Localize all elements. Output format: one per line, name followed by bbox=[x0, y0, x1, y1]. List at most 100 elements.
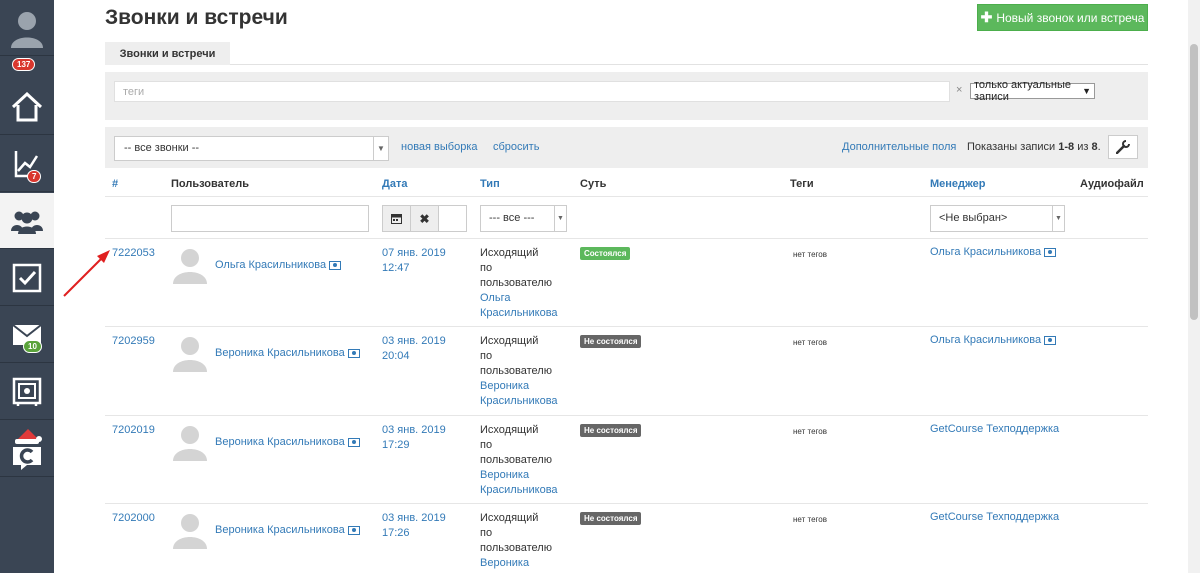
divider bbox=[105, 503, 1148, 504]
analytics-badge: 7 bbox=[27, 170, 42, 183]
divider bbox=[105, 326, 1148, 327]
col-tags: Теги bbox=[790, 178, 814, 190]
id-card-icon[interactable] bbox=[347, 348, 360, 358]
sidebar-users[interactable] bbox=[0, 193, 54, 249]
id-card-icon[interactable] bbox=[329, 260, 342, 270]
user-filter-input[interactable] bbox=[171, 205, 369, 232]
type-cell: Исходящий по пользователю Ольга Красильников… bbox=[480, 246, 558, 321]
record-id-link[interactable]: 7202000 bbox=[112, 511, 155, 526]
type-filter-select[interactable]: --- все --- ▼ bbox=[480, 205, 567, 232]
page-title: Звонки и встречи bbox=[105, 6, 288, 29]
tags-input[interactable]: теги bbox=[114, 81, 950, 102]
user-link[interactable]: Ольга Красильникова bbox=[215, 259, 342, 271]
sidebar-profile[interactable]: 137 bbox=[0, 0, 54, 71]
chevron-down-icon: ▼ bbox=[373, 137, 388, 160]
id-card-icon[interactable] bbox=[1044, 247, 1057, 257]
col-manager[interactable]: Менеджер bbox=[930, 178, 986, 190]
sidebar-home[interactable] bbox=[0, 79, 54, 135]
time-text: 17:26 bbox=[382, 527, 410, 539]
divider bbox=[105, 415, 1148, 416]
calls-select-value: -- все звонки -- bbox=[124, 142, 200, 154]
manager-link[interactable]: Ольга Красильникова bbox=[930, 246, 1057, 258]
date-link[interactable]: 07 янв. 2019 12:47 bbox=[382, 246, 446, 276]
date-link[interactable]: 03 янв. 2019 20:04 bbox=[382, 334, 446, 364]
manager-link[interactable]: Ольга Красильникова bbox=[930, 334, 1057, 346]
manager-link[interactable]: GetCourse Техподдержка bbox=[930, 511, 1059, 523]
status-badge: Не состоялся bbox=[580, 424, 642, 437]
tab-calls[interactable]: Звонки и встречи bbox=[105, 42, 230, 65]
type-line: Исходящий bbox=[480, 247, 539, 259]
user-link[interactable]: Вероника Красильникова bbox=[215, 347, 360, 359]
avatar bbox=[173, 426, 207, 461]
no-tags-text: нет тегов bbox=[793, 338, 827, 347]
settings-button[interactable] bbox=[1108, 135, 1138, 159]
record-id-link[interactable]: 7202019 bbox=[112, 423, 155, 438]
scope-select[interactable]: только актуальные записи ▼ bbox=[970, 79, 1095, 103]
user-name: Вероника Красильникова bbox=[215, 347, 345, 359]
manager-filter-select[interactable]: <Не выбран> ▼ bbox=[930, 205, 1065, 232]
user-link[interactable]: Вероника Красильникова bbox=[215, 524, 360, 536]
user-link[interactable]: Вероника Красильникова bbox=[215, 436, 360, 448]
filter-panel: -- все звонки -- ▼ новая выборка сбросит… bbox=[105, 127, 1148, 168]
home-icon bbox=[11, 91, 43, 121]
type-user-line: Красильникова bbox=[480, 395, 558, 407]
col-type[interactable]: Тип bbox=[480, 178, 500, 190]
date-text: 03 янв. 2019 bbox=[382, 424, 446, 436]
clear-date-icon[interactable]: ✖ bbox=[411, 206, 439, 231]
sidebar-mail[interactable]: 10 bbox=[0, 307, 54, 363]
id-card-icon[interactable] bbox=[1044, 335, 1057, 345]
sidebar-tasks[interactable] bbox=[0, 250, 54, 306]
type-user-line: Вероника bbox=[480, 469, 530, 481]
status-badge: Состоялся bbox=[580, 247, 631, 260]
id-card-icon[interactable] bbox=[347, 525, 360, 535]
records-range: 1-8 bbox=[1058, 141, 1075, 153]
type-line: Исходящий bbox=[480, 512, 539, 524]
type-cell: Исходящий по пользователю Вероника Красильни… bbox=[480, 334, 558, 409]
extra-fields-link[interactable]: Дополнительные поля bbox=[842, 141, 956, 153]
clear-tags-icon[interactable]: × bbox=[956, 84, 962, 96]
sidebar-getcourse[interactable] bbox=[0, 421, 54, 477]
type-line: пользователю bbox=[480, 277, 552, 289]
date-link[interactable]: 03 янв. 2019 17:29 bbox=[382, 423, 446, 453]
type-user-link[interactable]: Вероника Красильникова bbox=[480, 469, 558, 496]
user-avatar-icon bbox=[11, 11, 43, 48]
date-text: 03 янв. 2019 bbox=[382, 335, 446, 347]
date-filter[interactable]: ✖ bbox=[382, 205, 467, 232]
reset-link[interactable]: сбросить bbox=[493, 141, 539, 153]
calendar-icon[interactable] bbox=[383, 206, 411, 231]
type-line: пользователю bbox=[480, 542, 552, 554]
main-content: Звонки и встречи ✚ Новый звонок или встр… bbox=[54, 0, 1188, 573]
records-count-suffix: . bbox=[1097, 141, 1101, 153]
new-selection-link[interactable]: новая выборка bbox=[401, 141, 478, 153]
col-date[interactable]: Дата bbox=[382, 178, 407, 190]
new-call-button[interactable]: ✚ Новый звонок или встреча bbox=[977, 4, 1148, 31]
date-link[interactable]: 03 янв. 2019 17:26 bbox=[382, 511, 446, 541]
type-user-link[interactable]: Ольга Красильникова bbox=[480, 292, 558, 319]
tags-panel: теги × только актуальные записи ▼ bbox=[105, 72, 1148, 120]
wrench-icon bbox=[1116, 140, 1130, 154]
user-name: Ольга Красильникова bbox=[215, 259, 327, 271]
sidebar-analytics[interactable]: 7 bbox=[0, 136, 54, 192]
col-id[interactable]: # bbox=[112, 178, 118, 190]
manager-filter-value: <Не выбран> bbox=[939, 212, 1008, 224]
id-card-icon[interactable] bbox=[347, 437, 360, 447]
users-group-icon bbox=[11, 211, 43, 234]
type-user-line: Красильникова bbox=[480, 484, 558, 496]
type-user-link[interactable]: Вероника Красильникова bbox=[480, 380, 558, 407]
divider bbox=[105, 238, 1148, 239]
no-tags-text: нет тегов bbox=[793, 250, 827, 259]
plus-icon: ✚ bbox=[980, 9, 993, 25]
avatar bbox=[173, 249, 207, 284]
user-name: Вероника Красильникова bbox=[215, 524, 345, 536]
type-line: пользователю bbox=[480, 454, 552, 466]
type-user-link[interactable]: Вероника bbox=[480, 557, 529, 569]
profile-badge: 137 bbox=[12, 58, 36, 71]
record-id-link[interactable]: 7202959 bbox=[112, 334, 155, 349]
sidebar-safe[interactable] bbox=[0, 364, 54, 420]
type-user-line: Вероника bbox=[480, 557, 530, 569]
scrollbar[interactable] bbox=[1188, 0, 1200, 573]
calls-select[interactable]: -- все звонки -- ▼ bbox=[114, 136, 389, 161]
record-id-link[interactable]: 7222053 bbox=[112, 246, 155, 261]
scrollbar-thumb[interactable] bbox=[1190, 44, 1198, 320]
manager-link[interactable]: GetCourse Техподдержка bbox=[930, 423, 1059, 435]
